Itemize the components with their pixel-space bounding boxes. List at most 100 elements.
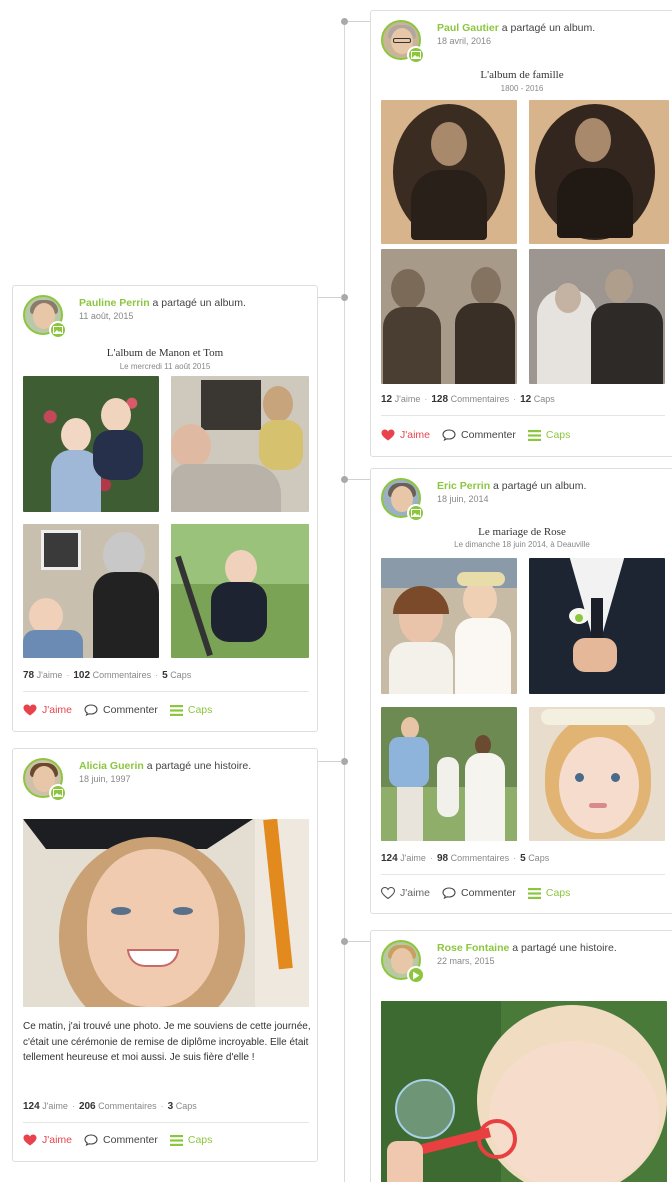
author-name[interactable]: Alicia Guerin [79,760,144,772]
speech-bubble-icon [442,887,456,899]
timeline-connector [318,761,342,762]
album-photo[interactable] [23,376,159,512]
post-action-text: a partagé un album. [149,297,246,309]
caps-button[interactable]: Caps [527,429,571,441]
post-stats: 12 J'aime · 128 Commentaires · 12 Caps [381,394,555,405]
timeline-dot [341,758,348,765]
comment-button[interactable]: Commenter [442,429,516,441]
like-button[interactable]: J'aime [23,704,72,716]
caps-button[interactable]: Caps [169,1134,213,1146]
album-photo[interactable] [529,100,669,244]
timeline-connector [348,21,370,22]
story-photo[interactable] [23,819,309,1007]
caps-label: Caps [175,1101,197,1111]
album-photo[interactable] [171,524,309,658]
author-name[interactable]: Paul Gautier [437,22,499,34]
album-photo[interactable] [171,376,309,512]
post-date: 11 août, 2015 [79,311,134,321]
likes-count: 124 [23,1101,40,1112]
post-action-text: a partagé un album. [498,22,596,34]
comments-label: Commentaires [450,853,510,863]
post-actions: J'aime Commenter Caps [381,887,582,899]
album-photo[interactable] [381,249,517,384]
comments-label: Commentaires [450,394,510,404]
story-text: Ce matin, j'ai trouvé une photo. Je me s… [23,1021,311,1063]
post-card: Rose Fontaine a partagé une histoire. 22… [370,930,672,1182]
comments-label: Commentaires [92,670,152,680]
author-name[interactable]: Eric Perrin [437,480,490,492]
album-photo[interactable] [381,707,517,841]
caps-label: Caps [533,394,555,404]
album-subtitle: Le mercredi 11 août 2015 [119,362,211,371]
album-photo[interactable] [381,558,517,694]
likes-count: 124 [381,853,398,864]
comments-label: Commentaires [98,1101,157,1111]
album-title[interactable]: L'album de Manon et Tom [13,347,317,359]
timeline-connector [348,479,370,480]
list-icon [169,704,183,716]
like-label: J'aime [400,429,431,441]
post-actions: J'aime Commenter Caps [381,429,582,441]
post-actions: J'aime Commenter Caps [23,1134,224,1146]
album-title[interactable]: Le mariage de Rose [371,526,672,538]
comments-count: 206 [78,1101,96,1112]
timeline-dot [341,18,348,25]
comments-count: 98 [436,853,449,864]
album-photo[interactable] [529,707,665,841]
post-header: Paul Gautier a partagé un album. 18 avri… [381,20,672,64]
story-photo[interactable] [381,1001,667,1182]
caps-button[interactable]: Caps [169,704,212,716]
heart-icon [23,704,37,716]
post-header: Alicia Guerin a partagé une histoire. 18… [23,758,317,802]
comment-button[interactable]: Commenter [84,1134,158,1146]
heart-icon [23,1134,37,1146]
caps-button[interactable]: Caps [527,887,570,899]
speech-bubble-icon [442,429,456,441]
post-header: Pauline Perrin a partagé un album. 11 ao… [23,295,317,339]
album-title[interactable]: L'album de famille [371,69,672,81]
album-subtitle: 1800 - 2016 [500,84,544,93]
caps-label: Caps [187,1134,213,1146]
author-name[interactable]: Pauline Perrin [79,297,150,309]
post-action-text: a partagé une histoire. [509,942,617,954]
album-photo[interactable] [381,100,517,244]
caps-label: Caps [528,853,550,863]
timeline-dot [341,294,348,301]
speech-bubble-icon [84,704,98,716]
caps-count: 3 [167,1101,174,1112]
caps-count: 5 [162,670,168,681]
album-photo[interactable] [529,249,665,384]
comments-count: 102 [73,670,91,681]
like-button[interactable]: J'aime [381,887,430,899]
likes-label: J'aime [400,853,426,863]
caps-label: Caps [545,429,571,441]
heart-icon [381,429,395,441]
post-card: Alicia Guerin a partagé une histoire. 18… [12,748,318,1162]
like-button[interactable]: J'aime [23,1134,72,1146]
album-photo[interactable] [529,558,665,694]
post-card: Eric Perrin a partagé un album. 18 juin,… [370,468,672,914]
post-stats: 124 J'aime · 98 Commentaires · 5 Caps [381,853,550,864]
post-header: Rose Fontaine a partagé une histoire. 22… [381,940,672,984]
post-date: 18 juin, 1997 [79,774,131,784]
post-actions: J'aime Commenter Caps [23,704,224,716]
story-badge-icon [49,784,67,802]
comment-button[interactable]: Commenter [84,704,158,716]
album-photo[interactable] [23,524,159,658]
like-label: J'aime [42,1134,73,1146]
timeline-connector [348,941,370,942]
likes-count: 78 [23,670,35,681]
author-name[interactable]: Rose Fontaine [437,942,509,954]
comment-button[interactable]: Commenter [442,887,516,899]
post-stats: 124 J'aime · 206 Commentaires · 3 Caps [23,1101,197,1112]
like-button[interactable]: J'aime [381,429,430,441]
caps-count: 12 [520,394,532,405]
like-label: J'aime [42,704,73,716]
glasses-icon [393,38,411,43]
comment-label: Commenter [103,1134,158,1146]
album-subtitle: Le dimanche 18 juin 2014, à Deauville [454,540,590,549]
album-badge-icon [407,46,425,64]
post-header: Eric Perrin a partagé un album. 18 juin,… [381,478,672,522]
divider [381,415,665,416]
like-label: J'aime [400,887,431,899]
